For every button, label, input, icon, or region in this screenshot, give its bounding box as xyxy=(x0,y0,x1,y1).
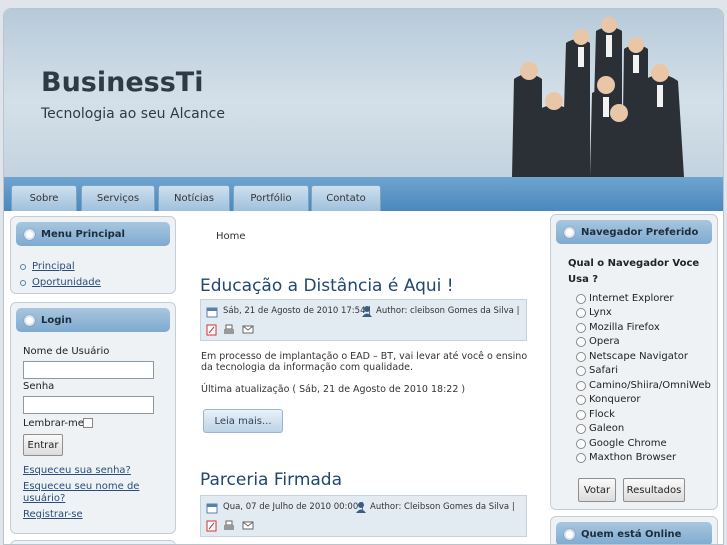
poll-radio[interactable] xyxy=(576,352,586,362)
poll-radio[interactable] xyxy=(576,308,586,318)
poll-radio[interactable] xyxy=(576,439,586,449)
poll-radio[interactable] xyxy=(576,381,586,391)
poll-option: Maxthon Browser xyxy=(589,452,677,463)
poll-question: Qual o Navegador Voce Usa ? xyxy=(568,258,700,285)
menu-principal-header: Menu Principal xyxy=(16,222,170,246)
online-header: Quem está Online xyxy=(556,522,712,544)
online-box: Quem está Online xyxy=(550,516,718,544)
poll-radio[interactable] xyxy=(576,410,586,420)
ring-bullet-icon xyxy=(20,264,26,270)
article-author: Author: Cleibson Gomes da Silva | xyxy=(370,502,515,512)
remember-label: Lembrar-me xyxy=(23,418,84,429)
site-title[interactable]: BusinessTi xyxy=(41,67,203,98)
poll-radio[interactable] xyxy=(576,337,586,347)
poll-option: Netscape Navigator xyxy=(589,351,688,362)
poll-radio[interactable] xyxy=(576,453,586,463)
poll-title: Navegador Preferido xyxy=(581,226,699,238)
email-icon[interactable] xyxy=(242,521,254,531)
print-icon[interactable] xyxy=(223,520,235,532)
nav-sobre[interactable]: Sobre xyxy=(11,185,77,211)
poll-option: Opera xyxy=(589,336,620,347)
nav-contato[interactable]: Contato xyxy=(311,185,381,211)
email-icon[interactable] xyxy=(242,325,254,335)
vote-button[interactable]: Votar xyxy=(578,478,616,502)
remember-checkbox[interactable] xyxy=(83,418,93,428)
article-meta: Sáb, 21 de Agosto de 2010 17:54 | Author… xyxy=(200,299,527,341)
pdf-icon[interactable] xyxy=(206,520,217,532)
password-input[interactable] xyxy=(23,396,154,414)
ring-bullet-icon xyxy=(20,280,26,286)
poll-radio[interactable] xyxy=(576,366,586,376)
bullet-icon xyxy=(24,314,35,326)
password-label: Senha xyxy=(23,381,55,392)
article-body: Em processo de implantação o EAD – BT, v… xyxy=(201,351,528,373)
nav-portfolio[interactable]: Portfólio xyxy=(233,185,309,211)
article-author: Author: cleibson Gomes da Silva | xyxy=(376,306,520,316)
nav-servicos[interactable]: Serviços xyxy=(81,185,155,211)
username-label: Nome de Usuário xyxy=(23,346,110,357)
poll-option: Camino/Shiira/OmniWeb xyxy=(589,380,711,391)
nav-noticias[interactable]: Notícias xyxy=(158,185,230,211)
site-header: BusinessTi Tecnologia ao seu Alcance xyxy=(4,9,723,177)
read-more-button[interactable]: Leia mais... xyxy=(203,409,283,433)
article-date: Qua, 07 de Julho de 2010 00:00 | xyxy=(223,502,364,512)
print-icon[interactable] xyxy=(223,324,235,336)
poll-radio[interactable] xyxy=(576,294,586,304)
bullet-icon xyxy=(564,226,575,238)
login-header: Login xyxy=(16,308,170,332)
username-input[interactable] xyxy=(23,361,154,379)
results-button[interactable]: Resultados xyxy=(623,478,685,502)
calendar-icon xyxy=(206,307,218,318)
login-submit-button[interactable]: Entrar xyxy=(23,434,63,456)
poll-option: Konqueror xyxy=(589,394,641,405)
calendar-icon xyxy=(206,503,218,514)
article-title[interactable]: Educação a Distância é Aqui ! xyxy=(200,276,454,296)
article-date: Sáb, 21 de Agosto de 2010 17:54 | xyxy=(223,306,372,316)
poll-radio[interactable] xyxy=(576,424,586,434)
poll-option: Flock xyxy=(589,409,615,420)
main-nav: Sobre Serviços Notícias Portfólio Contat… xyxy=(4,177,723,211)
menu-principal-box: Menu Principal Principal Oportunidade xyxy=(10,216,176,294)
bullet-icon xyxy=(24,228,35,240)
left-box-bottom xyxy=(10,540,176,544)
article-title[interactable]: Parceria Firmada xyxy=(200,470,342,490)
login-box: Login Nome de Usuário Senha Lembrar-me E… xyxy=(10,302,176,534)
user-icon xyxy=(362,306,372,317)
poll-radio[interactable] xyxy=(576,323,586,333)
pdf-icon[interactable] xyxy=(206,324,217,336)
menu-link-principal[interactable]: Principal xyxy=(32,261,75,272)
poll-option: Internet Explorer xyxy=(589,293,674,304)
login-title: Login xyxy=(41,314,72,326)
article-updated: Última atualização ( Sáb, 21 de Agosto d… xyxy=(201,384,466,395)
article-meta: Qua, 07 de Julho de 2010 00:00 | Author:… xyxy=(200,495,527,537)
page-wrapper: BusinessTi Tecnologia ao seu Alcance Sob… xyxy=(3,8,724,545)
register-link[interactable]: Registrar-se xyxy=(23,509,83,521)
bullet-icon xyxy=(564,528,575,540)
site-slogan: Tecnologia ao seu Alcance xyxy=(41,106,225,122)
menu-title: Menu Principal xyxy=(41,228,125,240)
poll-option: Galeon xyxy=(589,423,625,434)
online-title: Quem está Online xyxy=(581,528,682,540)
poll-option: Safari xyxy=(589,365,619,376)
poll-header: Navegador Preferido xyxy=(556,220,712,244)
user-icon xyxy=(356,502,366,513)
breadcrumb: Home xyxy=(216,231,246,242)
poll-option: Google Chrome xyxy=(589,438,667,449)
poll-option: Lynx xyxy=(589,307,612,318)
poll-radio[interactable] xyxy=(576,395,586,405)
poll-option: Mozilla Firefox xyxy=(589,322,660,333)
forgot-password-link[interactable]: Esqueceu sua senha? xyxy=(23,465,131,477)
forgot-username-link[interactable]: Esqueceu seu nome de usuário? xyxy=(23,481,143,505)
menu-link-oportunidade[interactable]: Oportunidade xyxy=(32,277,101,288)
business-team-image xyxy=(512,17,684,177)
